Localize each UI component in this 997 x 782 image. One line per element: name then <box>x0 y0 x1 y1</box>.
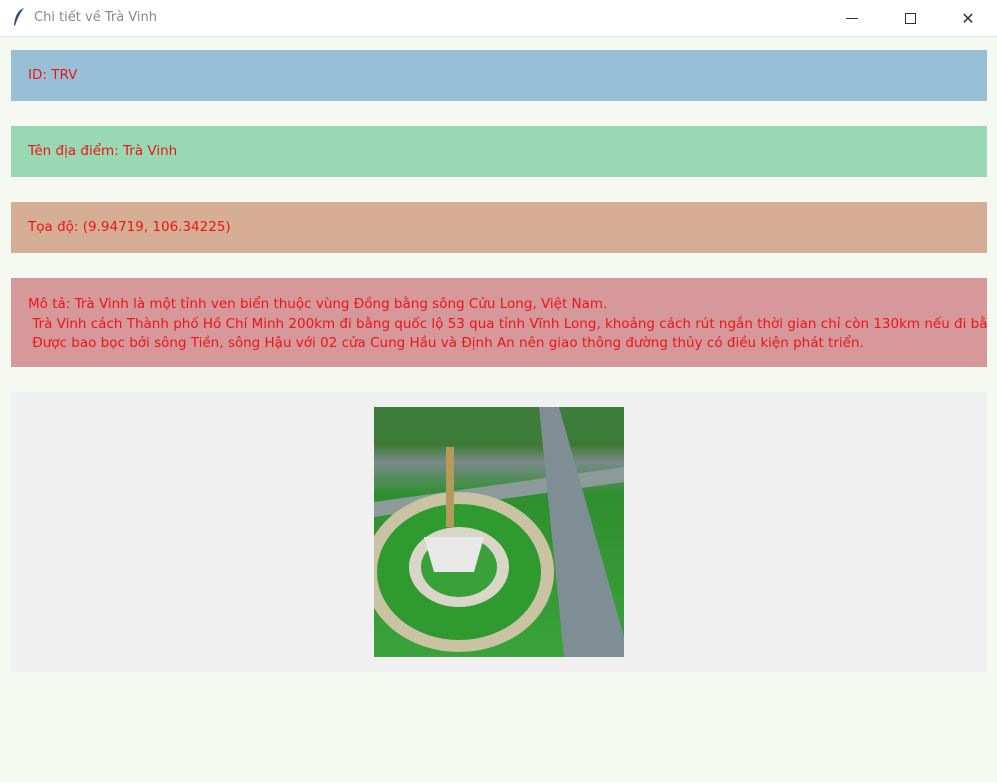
close-button[interactable]: ✕ <box>939 0 997 36</box>
desc-line: Được bao bọc bởi sông Tiền, sông Hậu với… <box>28 335 864 351</box>
coords-label: Tọa độ: (9.94719, 106.34225) <box>11 202 987 253</box>
desc-line: Mô tả: Trà Vinh là một tỉnh ven biển thu… <box>28 296 608 312</box>
desc-line: Trà Vinh cách Thành phố Hồ Chí Minh 200k… <box>28 315 987 332</box>
window-title: Chi tiết về Trà Vinh <box>34 10 157 25</box>
minimize-button[interactable] <box>823 0 881 36</box>
title-bar: Chi tiết về Trà Vinh ✕ <box>0 0 997 37</box>
maximize-button[interactable] <box>881 0 939 36</box>
name-label: Tên địa điểm: Trà Vinh <box>11 126 987 177</box>
maximize-icon <box>904 12 916 24</box>
description-label: Mô tả: Trà Vinh là một tỉnh ven biển thu… <box>11 278 987 367</box>
id-label: ID: TRV <box>11 50 987 101</box>
location-photo <box>374 407 624 657</box>
feather-icon <box>14 8 24 26</box>
image-panel <box>11 392 987 672</box>
close-icon: ✕ <box>961 8 975 28</box>
minimize-icon <box>846 17 858 19</box>
